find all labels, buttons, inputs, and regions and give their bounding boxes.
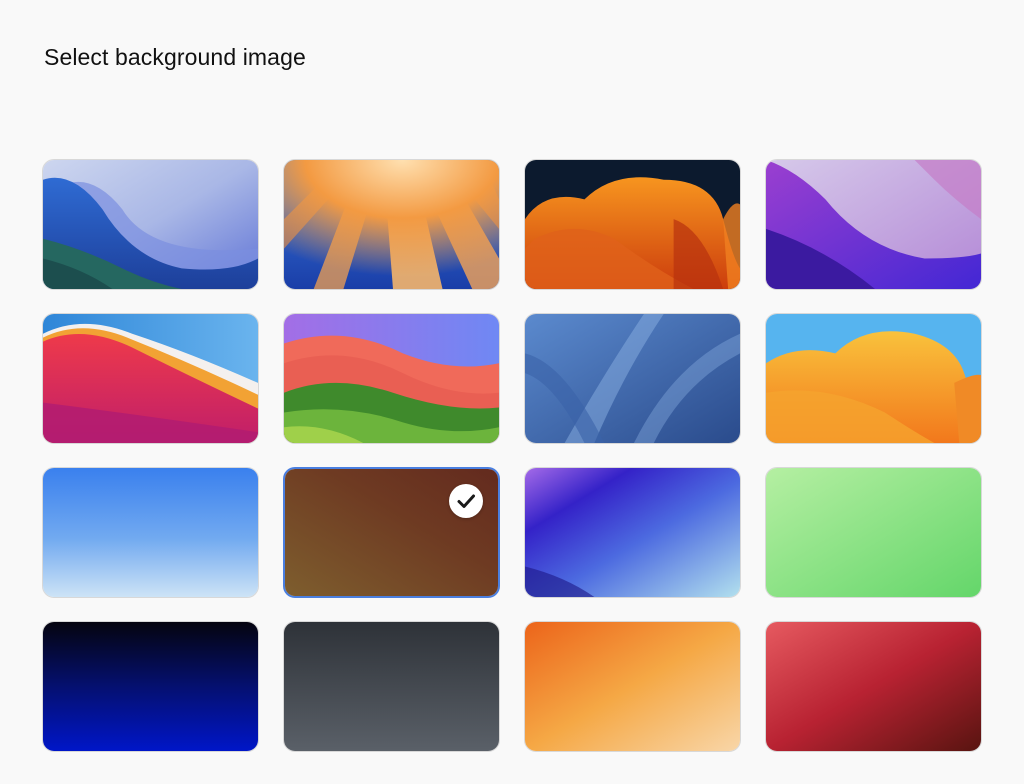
background-thumbnail — [766, 468, 981, 597]
background-thumbnail — [284, 160, 499, 289]
background-option-sky-blue-gradient[interactable] — [42, 467, 259, 598]
background-option-violet-gradient[interactable] — [524, 467, 741, 598]
background-thumbnail — [284, 314, 499, 443]
background-option-navy-gradient[interactable] — [42, 621, 259, 752]
background-thumbnail — [525, 160, 740, 289]
background-option-crimson-gradient[interactable] — [765, 621, 982, 752]
background-thumbnail — [525, 314, 740, 443]
background-option-ventura-orange[interactable] — [524, 159, 741, 290]
background-option-monterey-blue[interactable] — [42, 159, 259, 290]
background-thumbnail — [525, 468, 740, 597]
background-thumbnail — [766, 622, 981, 751]
background-thumbnail — [43, 160, 258, 289]
background-thumbnail — [525, 622, 740, 751]
background-option-sonoma[interactable] — [283, 313, 500, 444]
background-option-orange-gradient[interactable] — [524, 621, 741, 752]
background-option-ventura-sunrise[interactable] — [283, 159, 500, 290]
background-thumbnail — [766, 314, 981, 443]
background-thumbnail — [766, 160, 981, 289]
background-option-blue-waves[interactable] — [524, 313, 741, 444]
background-option-slate-gradient[interactable] — [283, 621, 500, 752]
page-title: Select background image — [44, 44, 306, 70]
background-option-big-sur[interactable] — [42, 313, 259, 444]
background-option-green-gradient[interactable] — [765, 467, 982, 598]
background-grid — [42, 159, 982, 752]
background-thumbnail — [43, 314, 258, 443]
background-option-brown-gradient[interactable] — [283, 467, 500, 598]
background-thumbnail — [43, 622, 258, 751]
background-thumbnail — [284, 622, 499, 751]
selected-checkmark-badge — [449, 484, 483, 518]
background-option-monterey-purple[interactable] — [765, 159, 982, 290]
background-option-ventura-yellow[interactable] — [765, 313, 982, 444]
checkmark-icon — [457, 494, 475, 508]
background-thumbnail — [43, 468, 258, 597]
